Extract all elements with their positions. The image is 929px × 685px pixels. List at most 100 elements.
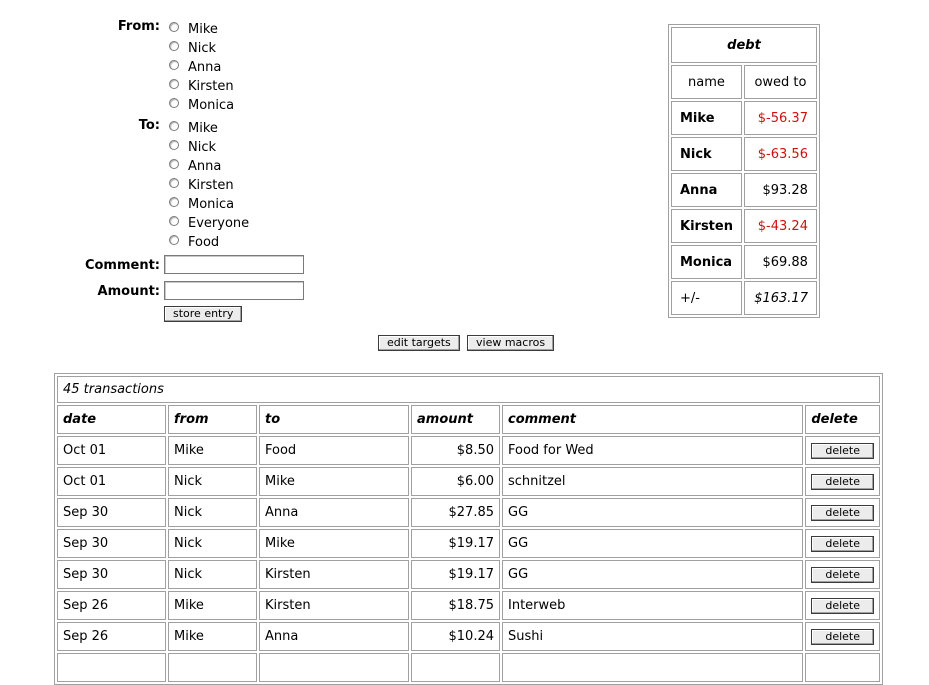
debt-col-name: name [671, 65, 742, 99]
tx-to: Kirsten [259, 591, 409, 620]
tx-delete-cell: delete [805, 560, 880, 589]
tx-delete-cell: delete [805, 622, 880, 651]
to-radio[interactable] [169, 158, 179, 169]
tx-date: Sep 26 [57, 591, 166, 620]
edit-targets-button[interactable]: edit targets [378, 335, 460, 351]
tx-from: Mike [168, 436, 257, 465]
transactions-header: date from to amount comment delete [57, 405, 880, 434]
to-label: To: [138, 118, 160, 133]
tx-date: Oct 01 [57, 467, 166, 496]
from-radio[interactable] [169, 78, 179, 89]
tx-comment [502, 653, 804, 682]
debt-col-owed: owed to [743, 65, 817, 99]
to-option-monica[interactable]: Monica [169, 195, 234, 214]
delete-button[interactable]: delete [811, 442, 874, 459]
table-row: Oct 01 Mike Food $8.50 Food for Wed dele… [57, 436, 880, 465]
tx-from [168, 653, 257, 682]
from-option-anna[interactable]: Anna [169, 58, 221, 77]
table-row [57, 653, 880, 682]
tx-to [259, 653, 409, 682]
debt-total-label: +/- [671, 281, 742, 315]
tx-date: Sep 30 [57, 560, 166, 589]
to-option-label: Food [188, 235, 220, 250]
tx-to: Food [259, 436, 409, 465]
delete-button[interactable]: delete [811, 597, 874, 614]
debt-total-value: $163.17 [743, 281, 817, 315]
to-option-anna[interactable]: Anna [169, 157, 221, 176]
tx-date: Sep 30 [57, 498, 166, 527]
to-option-everyone[interactable]: Everyone [169, 214, 249, 233]
table-row: Sep 30 Nick Kirsten $19.17 GG delete [57, 560, 880, 589]
delete-button[interactable]: delete [811, 628, 874, 645]
debt-name: Anna [671, 173, 742, 207]
table-row: Oct 01 Nick Mike $6.00 schnitzel delete [57, 467, 880, 496]
to-option-label: Everyone [188, 216, 250, 231]
debt-row: Anna $93.28 [671, 173, 817, 207]
from-radio[interactable] [169, 97, 179, 108]
to-radio[interactable] [169, 177, 179, 188]
tx-amount [411, 653, 500, 682]
from-radio[interactable] [169, 59, 179, 70]
to-option-mike[interactable]: Mike [169, 119, 218, 138]
to-option-label: Anna [188, 159, 222, 174]
delete-button[interactable]: delete [811, 535, 874, 552]
tx-to: Kirsten [259, 560, 409, 589]
tx-date: Sep 26 [57, 622, 166, 651]
to-radio[interactable] [169, 139, 179, 150]
store-entry-button[interactable]: store entry [164, 306, 243, 322]
delete-button[interactable]: delete [811, 566, 874, 583]
transactions-table: 45 transactions date from to amount comm… [54, 373, 883, 685]
delete-button[interactable]: delete [811, 473, 874, 490]
debt-amount: $-56.37 [743, 101, 817, 135]
to-option-kirsten[interactable]: Kirsten [169, 176, 234, 195]
from-radio[interactable] [169, 40, 179, 51]
to-radio[interactable] [169, 234, 179, 245]
debt-amount: $93.28 [743, 173, 817, 207]
tx-to: Anna [259, 622, 409, 651]
tx-comment: Interweb [502, 591, 804, 620]
tx-date: Sep 30 [57, 529, 166, 558]
tx-amount: $10.24 [411, 622, 500, 651]
to-option-label: Nick [188, 140, 217, 155]
debt-name: Mike [671, 101, 742, 135]
tx-delete-cell [805, 653, 880, 682]
tx-amount: $19.17 [411, 560, 500, 589]
debt-amount: $-43.24 [743, 209, 817, 243]
tx-from: Mike [168, 591, 257, 620]
tx-from: Nick [168, 529, 257, 558]
to-option-nick[interactable]: Nick [169, 138, 216, 157]
debt-row: Nick $-63.56 [671, 137, 817, 171]
tx-comment: GG [502, 498, 804, 527]
amount-input[interactable] [164, 281, 304, 300]
col-comment: comment [502, 405, 804, 434]
col-to: to [259, 405, 409, 434]
transactions-count: 45 transactions [57, 376, 880, 403]
to-option-food[interactable]: Food [169, 233, 219, 252]
tx-amount: $18.75 [411, 591, 500, 620]
tx-to: Mike [259, 529, 409, 558]
from-option-nick[interactable]: Nick [169, 39, 216, 58]
from-option-label: Mike [188, 22, 218, 37]
view-macros-button[interactable]: view macros [467, 335, 555, 351]
from-label: From: [117, 19, 160, 34]
to-radio[interactable] [169, 215, 179, 226]
tx-from: Nick [168, 467, 257, 496]
amount-label: Amount: [97, 284, 160, 299]
to-radio[interactable] [169, 120, 179, 131]
from-option-kirsten[interactable]: Kirsten [169, 77, 234, 96]
from-option-monica[interactable]: Monica [169, 96, 234, 115]
to-radio[interactable] [169, 196, 179, 207]
to-option-label: Monica [188, 197, 235, 212]
col-delete: delete [805, 405, 880, 434]
tx-to: Mike [259, 467, 409, 496]
debt-name: Monica [671, 245, 742, 279]
tx-amount: $27.85 [411, 498, 500, 527]
tx-amount: $6.00 [411, 467, 500, 496]
delete-button[interactable]: delete [811, 504, 874, 521]
col-date: date [57, 405, 166, 434]
from-radio[interactable] [169, 21, 179, 32]
comment-input[interactable] [164, 255, 304, 274]
col-from: from [168, 405, 257, 434]
from-option-mike[interactable]: Mike [169, 20, 218, 39]
tx-amount: $19.17 [411, 529, 500, 558]
